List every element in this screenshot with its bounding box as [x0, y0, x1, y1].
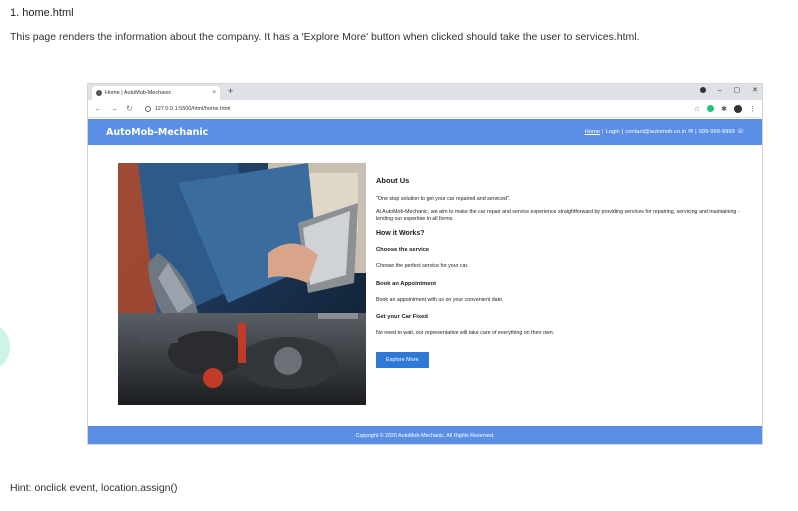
browser-tab[interactable]: Home | AutoMob-Mechanic × — [92, 86, 220, 100]
nav-phone[interactable]: 999-999-9999 — [699, 129, 735, 135]
step-title: Choose the service — [376, 247, 430, 254]
profile-avatar-icon[interactable] — [734, 104, 742, 113]
step-text: No need to wait, our representative will… — [376, 330, 555, 337]
about-heading: About Us — [376, 176, 410, 185]
nav-email[interactable]: contact@automob.co.in — [625, 129, 686, 135]
extension-icons: ☆ ✱ ⋮ — [694, 104, 756, 113]
tab-title: Home | AutoMob-Mechanic — [105, 90, 172, 96]
grammarly-icon[interactable] — [707, 105, 715, 112]
minimize-button[interactable]: – — [718, 87, 722, 94]
step-title: Book an Appointment — [376, 280, 437, 287]
site-info-icon[interactable] — [144, 105, 151, 112]
window-controls: – ▢ ✕ — [699, 86, 758, 94]
site-navbar: AutoMob-Mechanic Home | Login | contact@… — [88, 119, 762, 145]
maximize-button[interactable]: ▢ — [734, 86, 741, 94]
menu-kebab-icon[interactable]: ⋮ — [749, 105, 756, 113]
site-footer: Copyright © 2020 AutoMob-Mechanic. All R… — [88, 426, 762, 444]
bookmark-star-icon[interactable]: ☆ — [694, 105, 700, 113]
nav-separator: | — [695, 129, 697, 135]
tagline: "One stop solution to get your car repai… — [376, 196, 511, 202]
back-arrow-icon[interactable]: ← — [94, 104, 102, 113]
step-title: Get your Car Fixed — [376, 314, 428, 321]
copyright-text: Copyright © 2020 AutoMob-Mechanic. All R… — [355, 433, 495, 439]
address-bar: ← → ↻ 127.0.0.1:5500/html/home.html ☆ ✱ … — [88, 100, 762, 118]
nav-login-link[interactable]: Login — [606, 129, 620, 135]
phone-icon: ☏ — [736, 129, 744, 135]
nav-separator: | — [602, 129, 604, 135]
nav-home-link[interactable]: Home — [585, 129, 600, 135]
decorative-blob — [0, 326, 10, 368]
doc-hint: Hint: onclick event, location.assign() — [10, 482, 178, 494]
url-text: 127.0.0.1:5500/html/home.html — [154, 105, 231, 112]
tab-close-icon[interactable]: × — [212, 90, 216, 96]
step-text: Choose the perfect service for your car. — [376, 263, 469, 270]
tab-strip: Home | AutoMob-Mechanic × + – ▢ ✕ — [88, 84, 762, 100]
browser-window: Home | AutoMob-Mechanic × + – ▢ ✕ ← → ↻ … — [87, 83, 763, 445]
reload-icon[interactable]: ↻ — [126, 104, 133, 113]
new-tab-button[interactable]: + — [228, 86, 233, 96]
nav-separator: | — [621, 129, 624, 135]
close-window-button[interactable]: ✕ — [752, 86, 758, 94]
record-icon[interactable] — [699, 87, 706, 93]
explore-more-button[interactable]: Explore More — [376, 352, 429, 369]
about-section: About Us "One stop solution to get your … — [376, 176, 746, 369]
how-it-works-heading: How it Works? — [376, 230, 425, 238]
extensions-puzzle-icon[interactable]: ✱ — [721, 105, 727, 113]
doc-description: This page renders the information about … — [10, 31, 640, 43]
mechanic-photo — [118, 163, 366, 405]
about-text: At AutoMob-Mechanic, we aim to make the … — [376, 208, 740, 223]
favicon-icon — [96, 90, 102, 96]
nav-links: Home | Login | contact@automob.co.in ✉ |… — [585, 129, 744, 135]
step-text: Book an appointment with us on your conv… — [376, 296, 504, 303]
mail-icon: ✉ — [688, 129, 694, 135]
site-brand[interactable]: AutoMob-Mechanic — [106, 127, 208, 138]
url-field[interactable]: 127.0.0.1:5500/html/home.html — [144, 105, 231, 112]
doc-heading: 1. home.html — [10, 7, 74, 19]
forward-arrow-icon[interactable]: → — [110, 104, 118, 113]
